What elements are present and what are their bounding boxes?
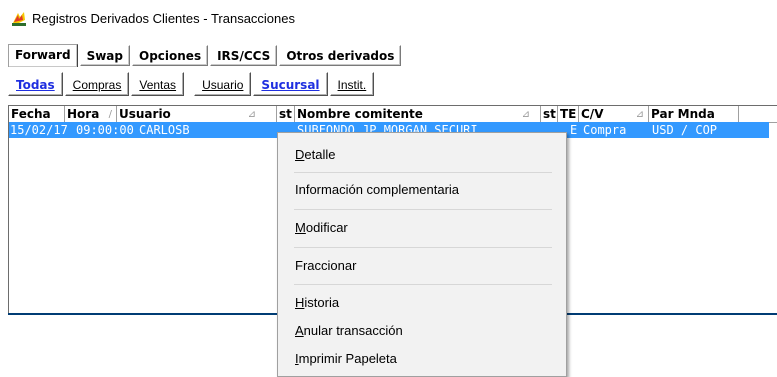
cell-hora: 09:00:00 (76, 123, 134, 137)
cell-cv: Compra (583, 123, 627, 137)
menu-item-fraccionar[interactable]: Fraccionar (295, 256, 356, 276)
col-nombre-label: Nombre comitente (297, 107, 423, 121)
menu-separator (294, 172, 552, 173)
col-st[interactable]: st (277, 106, 295, 122)
mnemonic-a: A (295, 323, 304, 338)
menu-separator (294, 209, 552, 210)
col-par-label: Par Mnda (651, 107, 715, 121)
menu-item-anular-transaccion[interactable]: Anular transacción (295, 321, 403, 341)
tab-opciones[interactable]: Opciones (132, 45, 209, 66)
app-logo-icon (11, 11, 27, 27)
menu-item-detalle-rest: etalle (304, 147, 336, 162)
col-par-mnda[interactable]: Par Mnda (649, 106, 739, 122)
sort-icon: / (108, 109, 112, 120)
filter-compras-button[interactable]: Compras (64, 72, 130, 96)
filter-usuario-button[interactable]: Usuario (194, 72, 252, 96)
col-usuario-label: Usuario (119, 107, 171, 121)
cell-usuario: CARLOSB (139, 123, 190, 137)
menu-item-informacion-complementaria[interactable]: Información complementaria (295, 180, 459, 200)
filter-todas-button[interactable]: Todas (8, 72, 63, 96)
filter-sucursal-button[interactable]: Sucursal (253, 72, 328, 96)
menu-item-modificar-rest: odificar (305, 220, 348, 235)
menu-item-historia-rest: istoria (304, 295, 340, 310)
menu-item-anular-rest: nular transacción (303, 323, 403, 338)
col-st-2[interactable]: st (541, 106, 558, 122)
cell-par: USD / COP (652, 123, 718, 137)
col-usuario[interactable]: Usuario ⊿ (117, 106, 277, 122)
window-title: Registros Derivados Clientes - Transacci… (32, 11, 295, 26)
mnemonic-d: D (295, 147, 305, 162)
col-cv[interactable]: C/V ⊿ (579, 106, 649, 122)
filter-usuario-label: Usuario (202, 78, 244, 92)
sort-icon: ⊿ (521, 109, 530, 120)
tab-irs-ccs[interactable]: IRS/CCS (210, 45, 278, 66)
filter-instit-label: Instit. (337, 78, 367, 92)
col-hora[interactable]: Hora / (65, 106, 117, 122)
col-nombre-comitente[interactable]: Nombre comitente ⊿ (295, 106, 541, 122)
col-fecha-label: Fecha (11, 107, 51, 121)
filter-toolbar: Todas Compras Ventas Usuario Sucursal In… (8, 71, 376, 97)
title-bar: Registros Derivados Clientes - Transacci… (0, 0, 777, 36)
menu-item-imprimir-rest: mprimir Papeleta (298, 351, 397, 366)
tab-forward[interactable]: Forward (8, 44, 78, 67)
col-te-label: TE (560, 107, 577, 121)
menu-item-historia[interactable]: Historia (295, 293, 339, 313)
context-menu: Detalle Información complementaria Modif… (277, 132, 567, 377)
menu-item-detalle[interactable]: Detalle (295, 145, 335, 165)
col-cv-label: C/V (581, 107, 604, 121)
col-st2-label: st (543, 107, 556, 121)
menu-separator (294, 284, 552, 285)
menu-item-modificar[interactable]: Modificar (295, 218, 348, 238)
col-te[interactable]: TE (558, 106, 579, 122)
grid-header: Fecha Hora / Usuario ⊿ st Nombre comitente… (9, 106, 777, 123)
col-st-label: st (279, 107, 292, 121)
filter-ventas-label: Ventas (139, 78, 177, 92)
sort-icon: ⊿ (247, 109, 256, 120)
tab-otros-derivados[interactable]: Otros derivados (279, 45, 402, 66)
col-fecha[interactable]: Fecha (9, 106, 65, 122)
product-tab-bar: Forward Swap Opciones IRS/CCS Otros deri… (8, 44, 403, 67)
col-hora-label: Hora (67, 107, 100, 121)
filter-instit-button[interactable]: Instit. (329, 72, 375, 96)
menu-separator (294, 247, 552, 248)
cell-te: E (570, 123, 578, 137)
sort-icon: ⊿ (635, 109, 644, 120)
filter-compras-label: Compras (72, 78, 122, 92)
mnemonic-m: M (295, 220, 306, 235)
menu-item-imprimir-papeleta[interactable]: Imprimir Papeleta (295, 349, 397, 369)
cell-fecha: 15/02/17 (10, 123, 68, 137)
tab-swap[interactable]: Swap (79, 45, 130, 66)
mnemonic-h: H (295, 295, 305, 310)
filter-ventas-button[interactable]: Ventas (131, 72, 185, 96)
